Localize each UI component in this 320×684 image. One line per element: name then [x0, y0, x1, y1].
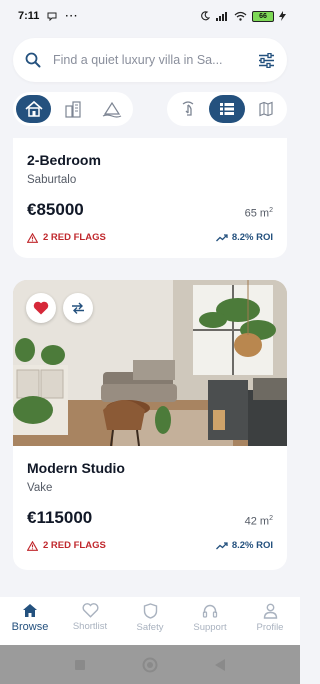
bottom-nav: Browse Shortlist Safety Support Profile [0, 597, 300, 645]
compare-arrows-icon [72, 302, 84, 314]
trend-up-icon [215, 541, 228, 549]
listing-area: 42 m2 [245, 515, 273, 528]
back-triangle-icon [215, 658, 225, 671]
search-bar[interactable] [13, 38, 287, 82]
area-value: 42 m [244, 516, 270, 528]
listing-location: Saburtalo [27, 174, 77, 186]
property-type-toggle [13, 92, 133, 126]
system-nav-bar [0, 645, 300, 684]
map-view-button[interactable] [249, 95, 284, 123]
listing-title: Modern Studio [27, 460, 125, 476]
recents-button[interactable] [74, 659, 86, 671]
nav-profile[interactable]: Profile [240, 603, 300, 633]
nav-browse[interactable]: Browse [0, 603, 60, 633]
roi-badge: 8.2% ROI [215, 232, 273, 243]
person-icon [263, 603, 277, 619]
headset-icon [202, 604, 218, 618]
circle-icon [142, 657, 158, 672]
list-icon [219, 103, 234, 115]
red-flags-badge[interactable]: 2 RED FLAGS [27, 232, 106, 243]
list-view-button[interactable] [209, 95, 245, 123]
nav-shortlist[interactable]: Shortlist [60, 603, 120, 632]
warning-icon [27, 540, 38, 551]
square-icon [75, 659, 85, 670]
search-icon[interactable] [25, 52, 41, 68]
status-bar: 7:11 ··· 66 [0, 0, 300, 32]
shield-icon [143, 603, 157, 619]
trend-up-icon [215, 233, 228, 241]
compare-button[interactable] [63, 293, 93, 323]
nav-support[interactable]: Support [180, 603, 240, 633]
nav-label: Support [193, 622, 227, 633]
type-villa-button[interactable] [95, 95, 130, 123]
nav-label: Profile [256, 622, 284, 633]
listing-location: Vake [27, 482, 53, 494]
moon-icon [200, 11, 210, 21]
area-unit-sup: 2 [269, 515, 273, 523]
map-icon [259, 101, 273, 117]
tap-gesture-icon [182, 101, 194, 116]
red-flags-badge[interactable]: 2 RED FLAGS [27, 540, 106, 551]
charging-icon [279, 11, 286, 21]
red-flags-label: 2 RED FLAGS [43, 540, 106, 551]
view-mode-toggle [167, 92, 287, 126]
heart-icon [33, 301, 49, 315]
roi-label: 8.2% ROI [231, 540, 273, 551]
listing-price: €85000 [27, 200, 84, 219]
type-apartment-button[interactable] [55, 95, 90, 123]
search-input[interactable] [53, 53, 258, 67]
back-button[interactable] [214, 658, 226, 672]
warning-icon [27, 232, 38, 243]
listing-card[interactable]: Modern Studio Vake €115000 42 m2 2 RED F… [13, 280, 287, 570]
nav-safety[interactable]: Safety [120, 603, 180, 633]
type-house-button[interactable] [16, 95, 52, 123]
area-unit-sup: 2 [269, 207, 273, 215]
more-icon: ··· [65, 10, 79, 22]
red-flags-label: 2 RED FLAGS [43, 232, 106, 243]
villa-icon [103, 101, 122, 118]
home-icon [23, 604, 37, 617]
listing-title: 2-Bedroom [27, 152, 101, 168]
favorite-button[interactable] [26, 293, 56, 323]
building-icon [65, 101, 81, 118]
filter-sliders-icon[interactable] [258, 52, 275, 68]
notification-icon [47, 11, 57, 21]
listing-area: 65 m2 [245, 207, 273, 220]
nav-label: Shortlist [72, 621, 108, 632]
nav-label: Safety [136, 622, 164, 633]
listing-photo[interactable] [13, 280, 287, 446]
nav-label: Browse [11, 621, 49, 633]
area-value: 65 m [244, 208, 270, 220]
roi-badge: 8.2% ROI [215, 540, 273, 551]
listing-card[interactable]: 2-Bedroom Saburtalo €85000 65 m2 2 RED F… [13, 138, 287, 258]
house-icon [25, 100, 43, 117]
battery-indicator: 66 [252, 10, 274, 22]
signal-icon [215, 11, 229, 21]
status-time: 7:11 [18, 10, 40, 22]
listing-price: €115000 [27, 508, 93, 527]
swipe-view-button[interactable] [170, 95, 205, 123]
heart-icon [82, 603, 98, 618]
home-system-button[interactable] [142, 657, 158, 673]
roi-label: 8.2% ROI [231, 232, 273, 243]
wifi-icon [234, 11, 247, 21]
